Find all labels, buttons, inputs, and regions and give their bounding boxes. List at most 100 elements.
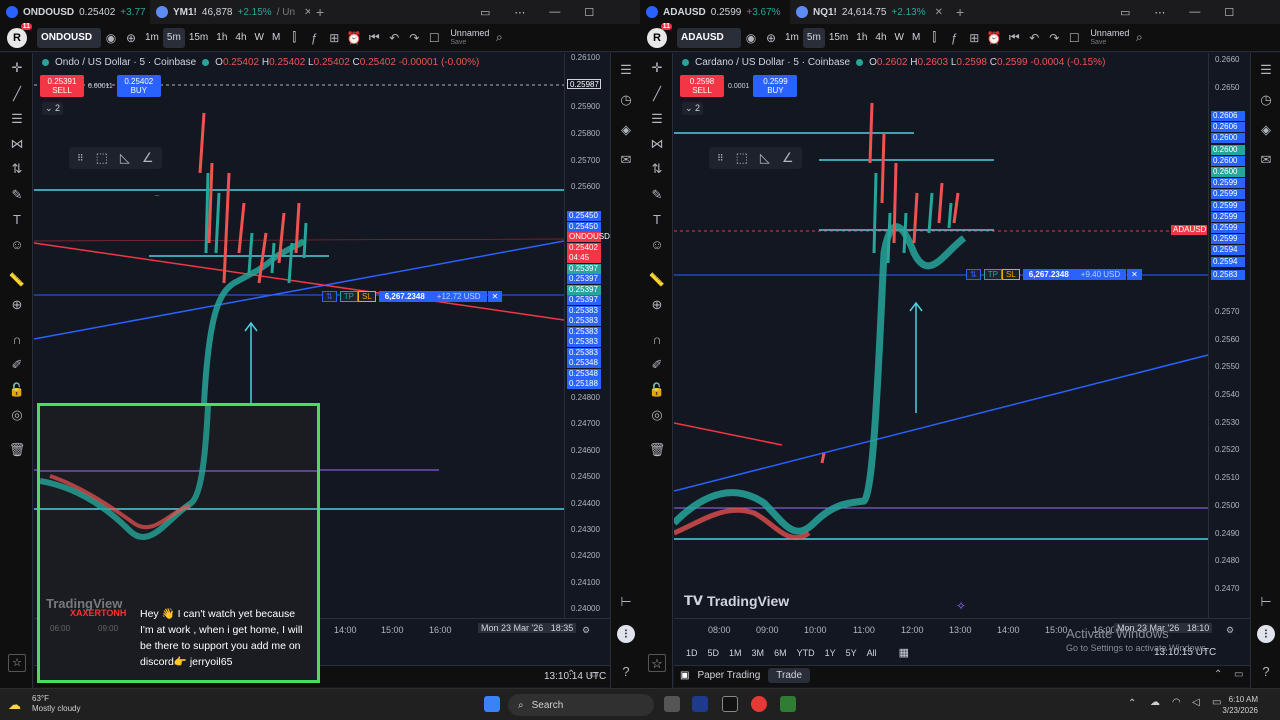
- minimize-icon[interactable]: —: [1189, 6, 1200, 18]
- zoom-icon[interactable]: ⊕: [8, 296, 26, 314]
- trash-icon[interactable]: 🗑: [8, 441, 26, 459]
- interval-15m[interactable]: 15m: [825, 28, 852, 48]
- range-3m[interactable]: 3M: [752, 648, 765, 658]
- system-clock[interactable]: 6:10 AM 3/23/2026: [1222, 694, 1258, 716]
- maximize-icon[interactable]: ☐: [1224, 6, 1234, 19]
- tab-ondousd[interactable]: ONDOUSD 0.25402 +3.77 ✕: [0, 0, 150, 24]
- symbol-search[interactable]: ADAUSD: [677, 27, 741, 48]
- rectangle-icon[interactable]: ⬚: [96, 150, 108, 166]
- chevron-up-icon[interactable]: ⌃: [567, 669, 575, 680]
- apps-icon[interactable]: ⁝: [617, 625, 635, 643]
- symbol-search[interactable]: ONDOUSD: [37, 27, 101, 48]
- cloud-icon[interactable]: ☁: [1150, 697, 1160, 708]
- crosshair-icon[interactable]: ✛: [8, 59, 26, 77]
- trade-button[interactable]: Trade: [768, 668, 811, 683]
- clock-icon[interactable]: ◷: [1257, 91, 1275, 109]
- drag-handle-icon[interactable]: ⠿: [717, 153, 724, 164]
- avatar[interactable]: R 11: [647, 22, 672, 48]
- interval-15m[interactable]: 15m: [185, 28, 212, 48]
- weather-icon[interactable]: ☁: [8, 697, 21, 713]
- layout-menu[interactable]: Unnamed Save: [1090, 28, 1129, 47]
- crosshair-icon[interactable]: ✛: [648, 59, 666, 77]
- pattern-icon[interactable]: ⋈: [8, 135, 26, 153]
- interval-4h[interactable]: 4h: [231, 28, 250, 48]
- search-icon[interactable]: ⌕: [1129, 30, 1149, 45]
- settings-icon[interactable]: ⚙: [582, 625, 590, 636]
- eye-icon[interactable]: ◉: [741, 31, 761, 45]
- chat-icon[interactable]: ✉: [1257, 151, 1275, 169]
- undo-icon[interactable]: ↶: [1024, 31, 1044, 45]
- more-icon[interactable]: ⋯: [514, 6, 525, 19]
- maximize-panel-icon[interactable]: ▭: [589, 669, 598, 680]
- undo-icon[interactable]: ↶: [384, 31, 404, 45]
- magnet-icon[interactable]: ∩: [8, 331, 26, 349]
- help-icon[interactable]: ?: [617, 663, 635, 681]
- clock-icon[interactable]: ◷: [617, 91, 635, 109]
- add-symbol-icon[interactable]: ⊕: [761, 31, 781, 45]
- redo-icon[interactable]: ↷: [404, 31, 424, 45]
- triangle-icon[interactable]: ◺: [760, 150, 770, 166]
- trend-icon[interactable]: ⊢: [1257, 593, 1275, 611]
- settings-icon[interactable]: ⚙: [1226, 625, 1234, 636]
- maximize-icon[interactable]: ☐: [584, 6, 594, 19]
- paper-trading-label[interactable]: Paper Trading: [697, 670, 760, 681]
- layout-grid-icon[interactable]: ⊞: [964, 31, 984, 45]
- text-icon[interactable]: T: [8, 211, 26, 229]
- range-5d[interactable]: 5D: [708, 648, 720, 658]
- visibility-icon[interactable]: ◎: [648, 406, 666, 424]
- position-label[interactable]: ⇅ TP SL 6,267.2348 +12.72 USD ✕: [322, 291, 503, 302]
- triangle-icon[interactable]: ◺: [120, 150, 130, 166]
- replay-icon[interactable]: ⏮: [364, 30, 384, 45]
- lock-icon[interactable]: 🔓: [648, 381, 666, 399]
- wifi-icon[interactable]: ◠: [1172, 697, 1181, 708]
- range-1m[interactable]: 1M: [729, 648, 742, 658]
- favorites-star-icon[interactable]: ☆: [8, 654, 26, 672]
- taskview-icon[interactable]: [664, 696, 680, 712]
- collapse-indicators-button[interactable]: ⌄ 2: [42, 102, 64, 115]
- sparkle-icon[interactable]: ✧: [956, 599, 966, 613]
- emoji-icon[interactable]: ☺: [8, 236, 26, 254]
- emoji-icon[interactable]: ☺: [648, 236, 666, 254]
- chrome-icon[interactable]: [751, 696, 767, 712]
- maximize-panel-icon[interactable]: ▭: [1234, 669, 1243, 680]
- sell-button[interactable]: 0.2598 SELL: [680, 75, 724, 97]
- chevron-up-icon[interactable]: ⌃: [1128, 698, 1136, 709]
- range-6m[interactable]: 6M: [774, 648, 787, 658]
- visibility-icon[interactable]: ◎: [8, 406, 26, 424]
- calendar-icon[interactable]: ▦: [899, 646, 909, 659]
- tp-button[interactable]: TP: [339, 291, 358, 302]
- buy-button[interactable]: 0.25402 BUY: [116, 75, 161, 97]
- trash-icon[interactable]: 🗑: [648, 441, 666, 459]
- zoom-icon[interactable]: ⊕: [648, 296, 666, 314]
- new-tab-icon[interactable]: +: [956, 4, 964, 20]
- replay-icon[interactable]: ⏮: [1004, 30, 1024, 45]
- magnet-icon[interactable]: ∩: [648, 331, 666, 349]
- rectangle-icon[interactable]: ⬚: [736, 150, 748, 166]
- battery-icon[interactable]: ▭: [1212, 697, 1221, 708]
- trendline-icon[interactable]: ╱: [8, 85, 26, 103]
- interval-1m[interactable]: 1m: [141, 28, 163, 48]
- prediction-icon[interactable]: ⇅: [648, 160, 666, 178]
- brush-icon[interactable]: ✎: [648, 186, 666, 204]
- sell-button[interactable]: 0.25391 SELL: [40, 75, 84, 97]
- range-1y[interactable]: 1Y: [825, 648, 836, 658]
- layers-icon[interactable]: ◈: [617, 121, 635, 139]
- interval-5m[interactable]: 5m: [802, 27, 825, 48]
- layers-icon[interactable]: ◈: [1257, 121, 1275, 139]
- redo-icon[interactable]: ↷: [1044, 31, 1064, 45]
- interval-m[interactable]: M: [268, 28, 284, 48]
- trend-icon[interactable]: ⊢: [617, 593, 635, 611]
- watchlist-icon[interactable]: ☰: [1257, 61, 1275, 79]
- close-icon[interactable]: ✕: [935, 7, 943, 18]
- interval-1m[interactable]: 1m: [781, 28, 803, 48]
- range-5y[interactable]: 5Y: [846, 648, 857, 658]
- screen-icon[interactable]: ▭: [480, 6, 490, 19]
- app-icon[interactable]: [692, 696, 708, 712]
- chevron-up-icon[interactable]: ⌃: [1214, 669, 1222, 680]
- lock-draw-icon[interactable]: ✐: [648, 356, 666, 374]
- range-all[interactable]: All: [867, 648, 877, 658]
- help-icon[interactable]: ?: [1257, 663, 1275, 681]
- taskbar-search[interactable]: ⌕ Search: [508, 694, 654, 716]
- sl-button[interactable]: SL: [1001, 269, 1020, 280]
- chart-pane-right[interactable]: Cardano / US Dollar · 5 · Coinbase O0.26…: [674, 53, 1250, 665]
